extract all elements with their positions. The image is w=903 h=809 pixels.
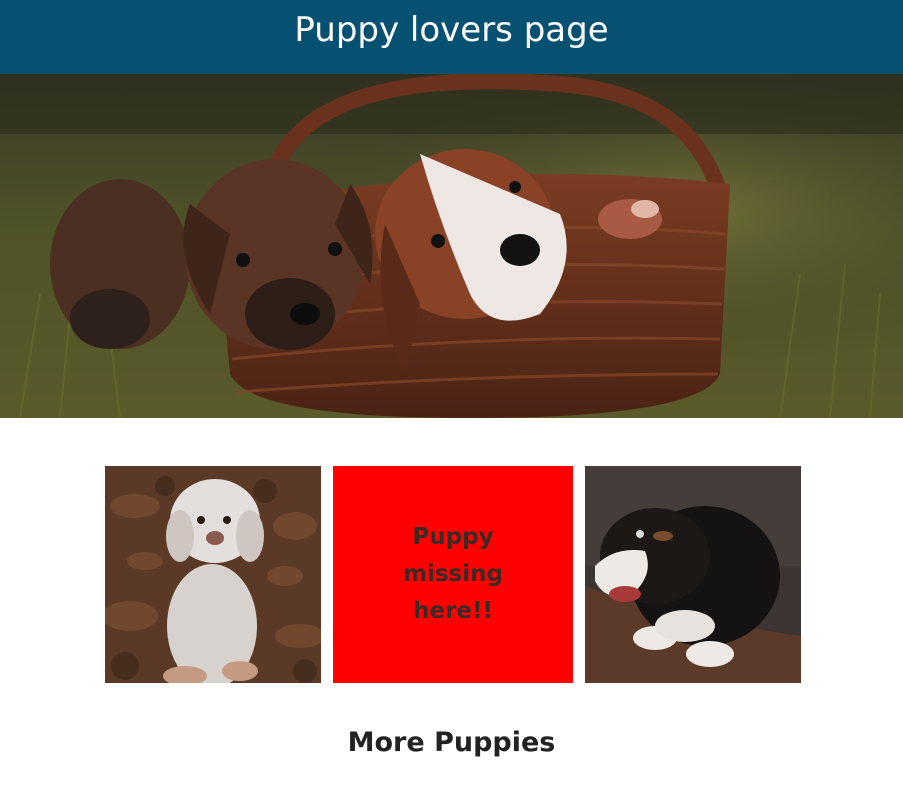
puppy-missing-tile: Puppy missing here!! <box>333 466 573 683</box>
puppy-missing-text: Puppy missing here!! <box>403 524 503 624</box>
puppy-photo-white <box>105 466 321 683</box>
page-title: Puppy lovers page <box>294 10 609 50</box>
page: Puppy lovers page Puppy missing here!! M… <box>0 0 903 809</box>
puppy-photo-black <box>585 466 801 683</box>
hero-image <box>0 74 903 418</box>
section-title-more-puppies: More Puppies <box>347 727 556 758</box>
page-header: Puppy lovers page <box>0 0 903 74</box>
